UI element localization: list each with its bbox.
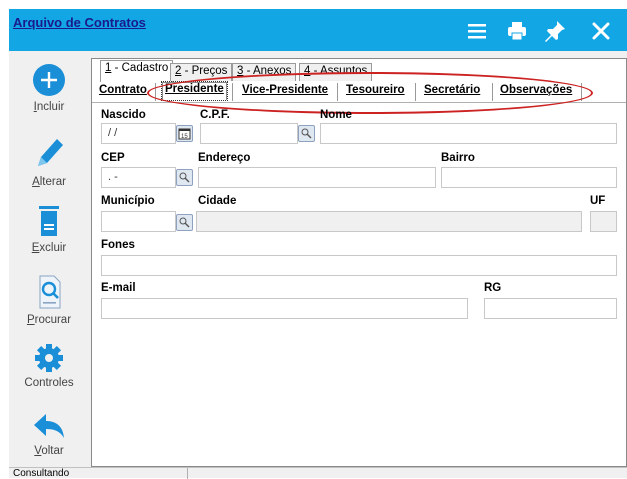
close-icon[interactable] (589, 19, 613, 43)
bairro-field[interactable] (441, 167, 617, 188)
tab-anexos[interactable]: 3 - Anexos (232, 63, 297, 81)
search-document-icon (39, 275, 61, 309)
rg-label: RG (484, 282, 502, 294)
tab-separator (492, 83, 493, 101)
window-body: Incluir Alterar Excluir Procurar Control… (9, 51, 627, 467)
tab-separator (155, 83, 156, 101)
endereco-label: Endereço (198, 152, 251, 164)
tab-separator (415, 83, 416, 101)
tab-tesoureiro[interactable]: Tesoureiro (346, 84, 405, 101)
tab-observacoes[interactable]: Observações (500, 84, 572, 101)
calendar-icon[interactable]: 15 (176, 125, 193, 142)
tab-separator (232, 83, 233, 101)
status-text: Consultando (13, 468, 70, 479)
gear-icon (35, 344, 63, 372)
sidebar: Incluir Alterar Excluir Procurar Control… (9, 51, 89, 467)
cidade-label: Cidade (198, 195, 237, 207)
endereco-field[interactable] (198, 167, 436, 188)
email-field[interactable] (101, 298, 468, 319)
tab-separator (337, 83, 338, 101)
nascido-label: Nascido (101, 109, 146, 121)
include-button[interactable]: Incluir (9, 63, 89, 127)
trash-icon (39, 206, 59, 236)
search-label: Procurar (26, 314, 72, 326)
sub-tabs: Contrato Presidente Vice-Presidente Teso… (92, 81, 626, 103)
tab-separator (581, 83, 582, 101)
tab-precos[interactable]: 2 - Preços (170, 63, 233, 81)
search-icon[interactable] (298, 125, 315, 142)
tab-secretario[interactable]: Secretário (424, 84, 480, 101)
tab-contrato[interactable]: Contrato (99, 84, 147, 101)
email-label: E-mail (101, 282, 136, 294)
search-icon[interactable] (176, 214, 193, 231)
include-label: Incluir (33, 101, 65, 113)
status-bar: Consultando (9, 467, 627, 479)
nome-label: Nome (320, 109, 352, 121)
add-circle-icon (33, 64, 65, 96)
municipio-label: Município (101, 195, 155, 207)
nascido-field[interactable]: / / (101, 123, 176, 144)
delete-button[interactable]: Excluir (9, 204, 89, 268)
back-label: Voltar (34, 445, 64, 457)
cpf-label: C.P.F. (200, 109, 230, 121)
menu-icon[interactable] (465, 19, 489, 43)
controls-label: Controles (24, 377, 74, 389)
pin-icon[interactable] (543, 19, 567, 43)
tab-vice-presidente[interactable]: Vice-Presidente (242, 84, 328, 101)
title-bar: Arquivo de Contratos (9, 9, 627, 51)
edit-button[interactable]: Alterar (9, 134, 89, 198)
back-arrow-icon (34, 414, 64, 438)
cep-field[interactable]: . - (101, 167, 176, 188)
uf-label: UF (590, 195, 606, 207)
status-divider (187, 468, 188, 479)
window-title: Arquivo de Contratos (13, 15, 146, 30)
municipio-field[interactable] (101, 211, 176, 232)
cpf-field[interactable] (200, 123, 298, 144)
uf-field (590, 211, 617, 232)
edit-label: Alterar (32, 176, 66, 188)
tab-assuntos[interactable]: 4 - Assuntos (299, 63, 373, 81)
cidade-field (196, 211, 582, 232)
controls-button[interactable]: Controles (9, 343, 89, 407)
fones-field[interactable] (101, 255, 617, 276)
pencil-icon (38, 139, 63, 166)
nome-field[interactable] (320, 123, 617, 144)
tab-presidente[interactable]: Presidente (161, 81, 228, 101)
tab-cadastro[interactable]: 1 - Cadastro (100, 60, 174, 82)
search-icon[interactable] (176, 169, 193, 186)
back-button[interactable]: Voltar (9, 411, 89, 475)
rg-field[interactable] (484, 298, 617, 319)
print-icon[interactable] (505, 19, 529, 43)
fones-label: Fones (101, 239, 135, 251)
delete-label: Excluir (31, 242, 67, 254)
cep-label: CEP (101, 152, 125, 164)
svg-text:15: 15 (181, 134, 188, 140)
search-button[interactable]: Procurar (9, 274, 89, 338)
bairro-label: Bairro (441, 152, 475, 164)
content-panel: 1 - Cadastro 2 - Preços 3 - Anexos 4 - A… (91, 58, 627, 467)
